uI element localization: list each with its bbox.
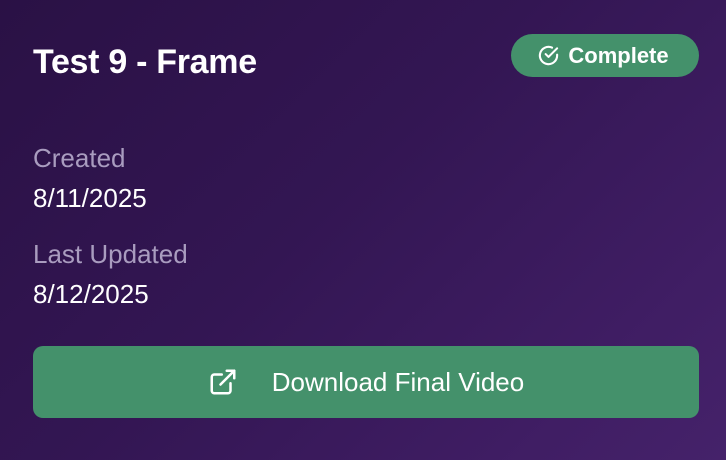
created-date: 8/11/2025 [33, 183, 147, 213]
created-label: Created [33, 143, 126, 173]
download-final-video-button[interactable]: Download Final Video [33, 346, 699, 418]
download-button-label: Download Final Video [271, 366, 525, 397]
status-badge-label: Complete [568, 42, 669, 68]
last-updated-label: Last Updated [33, 239, 188, 269]
external-link-icon [208, 367, 238, 397]
check-circle-icon [537, 44, 560, 67]
status-badge: Complete [511, 34, 699, 77]
project-title: Test 9 - Frame [33, 43, 257, 81]
last-updated-date: 8/12/2025 [33, 279, 149, 309]
project-card: Test 9 - Frame Complete Created 8/11/202… [0, 0, 726, 460]
